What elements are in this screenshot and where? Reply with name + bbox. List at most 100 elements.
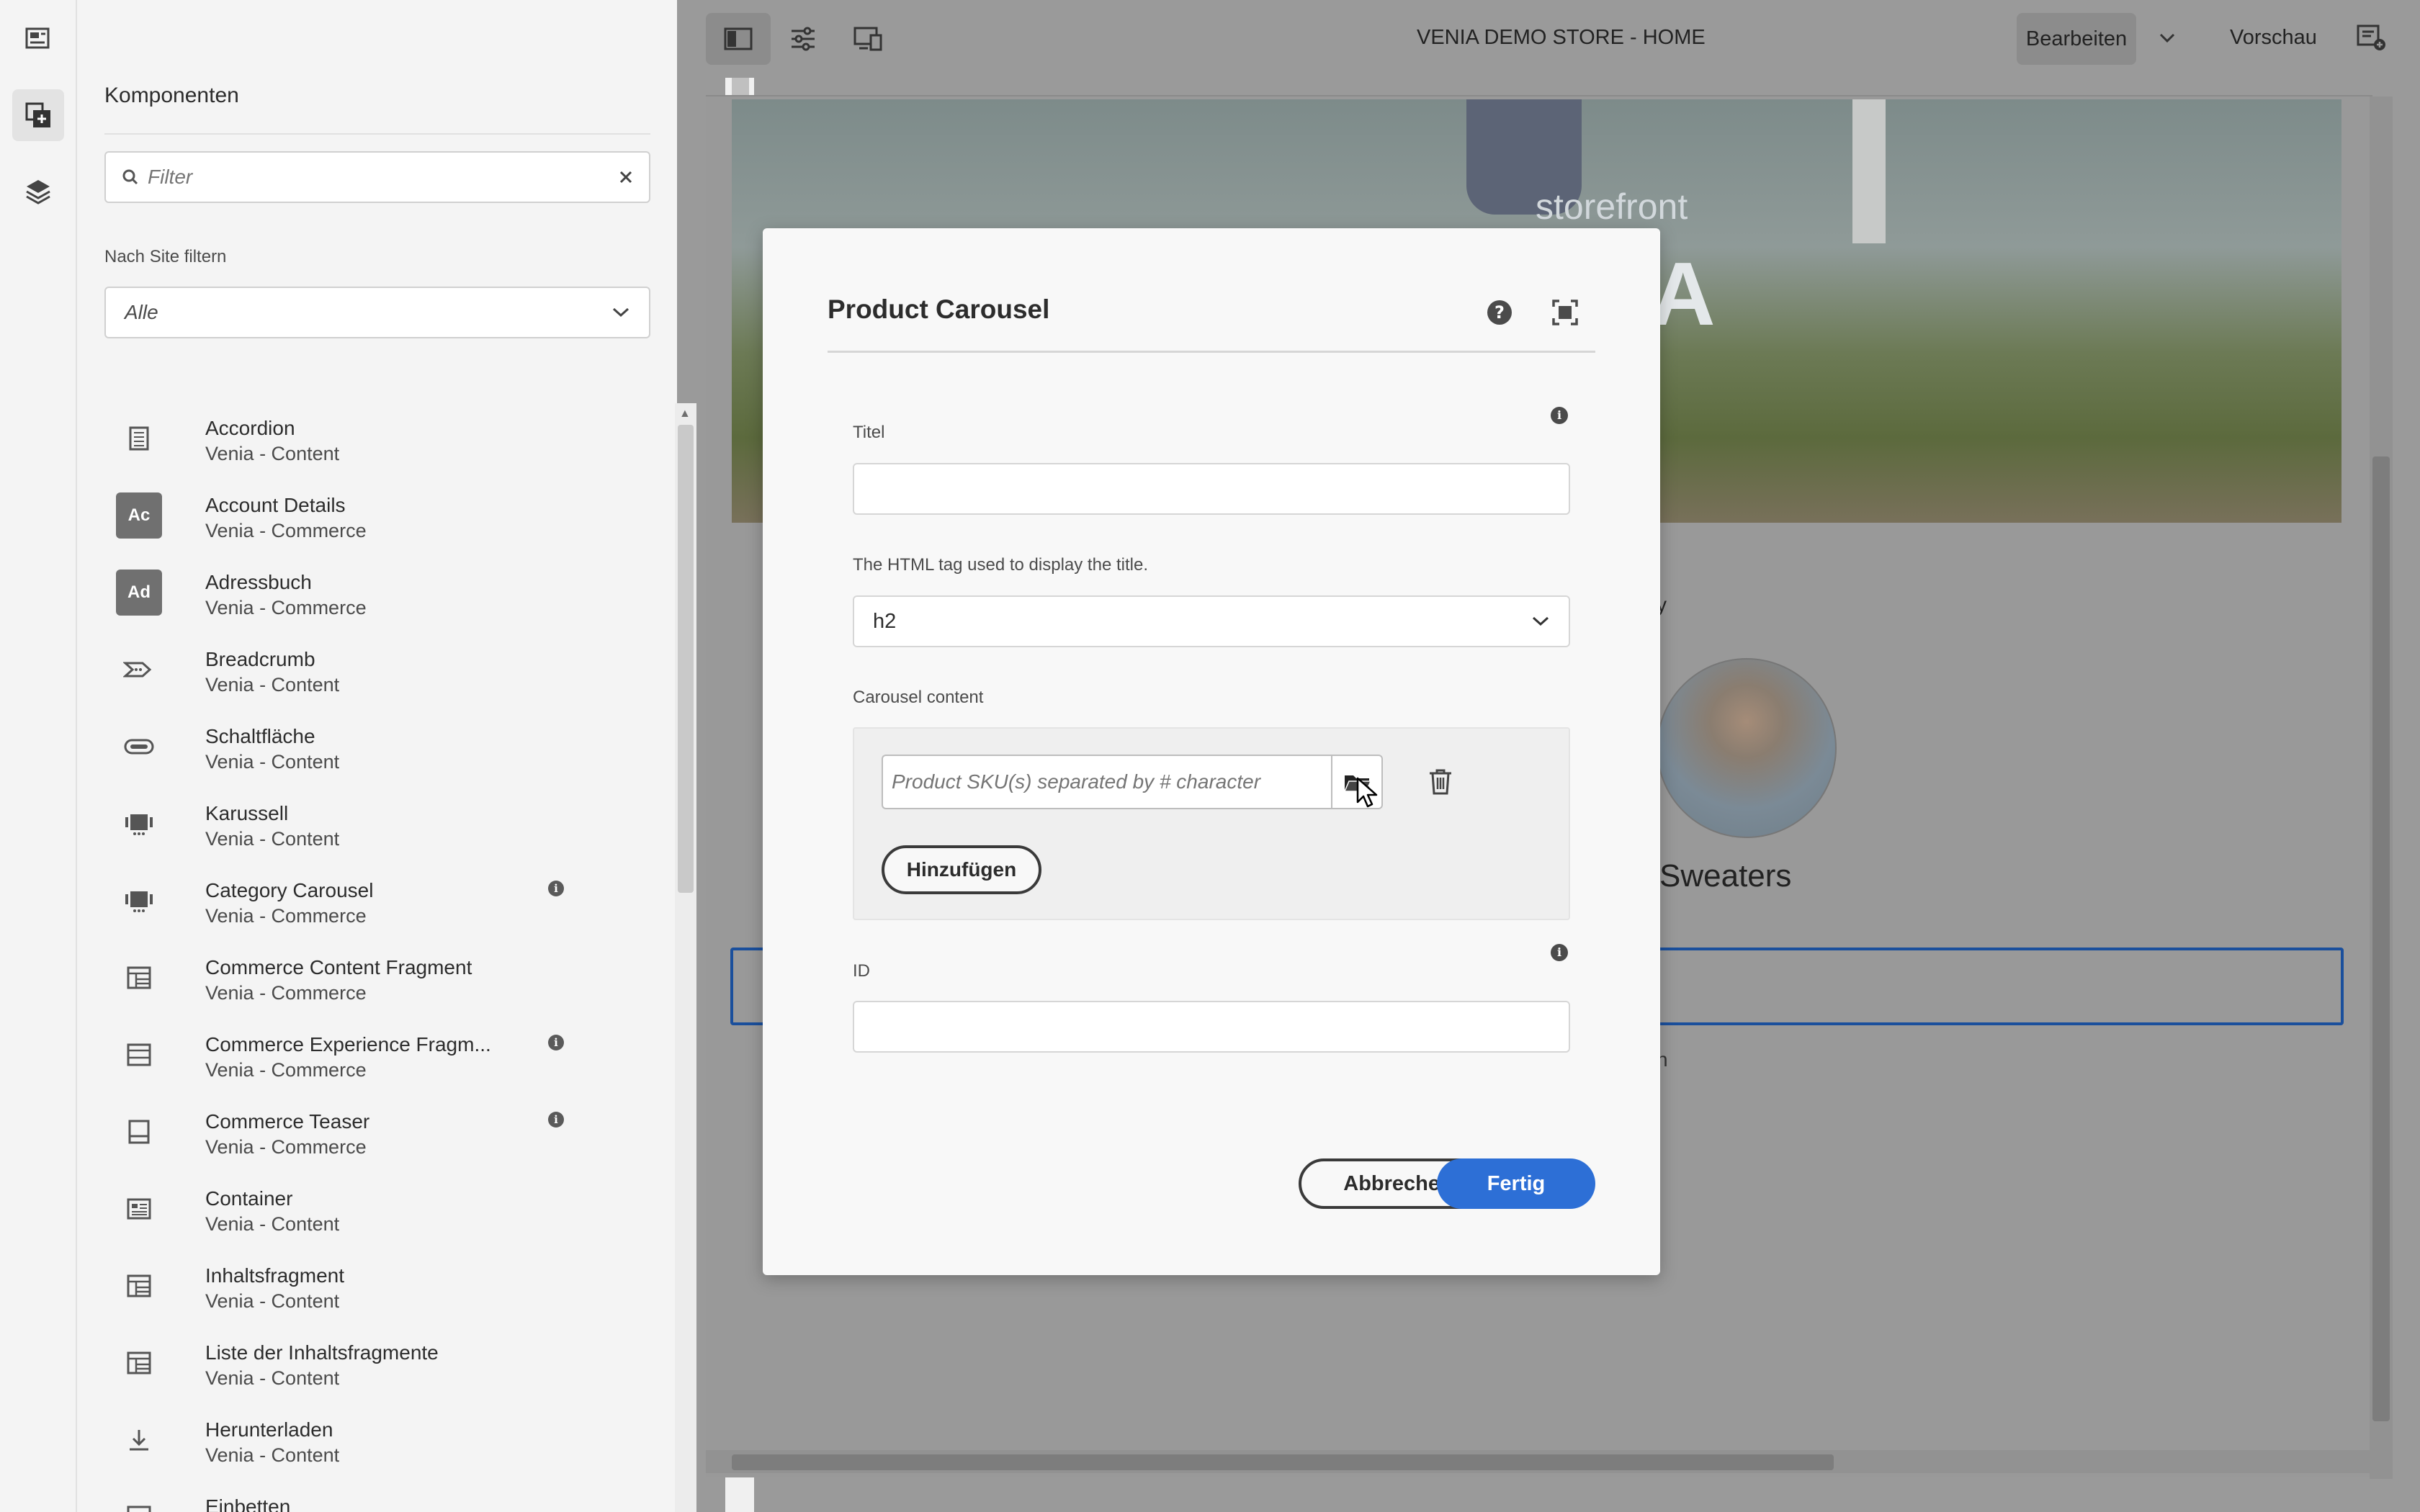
mode-dropdown[interactable] xyxy=(2158,26,2177,54)
list-item[interactable]: Breadcrumb Venia - Content xyxy=(104,631,594,708)
trash-icon xyxy=(1430,769,1451,795)
component-group: Venia - Commerce xyxy=(205,905,367,927)
category-label[interactable]: Sweaters xyxy=(1659,858,1791,894)
component-name: Liste der Inhaltsfragmente xyxy=(205,1341,439,1364)
component-group: Venia - Content xyxy=(205,828,340,850)
experience-fragment-icon xyxy=(116,1032,162,1078)
component-name: Adressbuch xyxy=(205,571,312,593)
html-tag-select[interactable]: h2 xyxy=(853,595,1570,647)
info-icon[interactable]: i xyxy=(1551,944,1568,961)
components-button[interactable] xyxy=(12,89,64,141)
list-item[interactable]: Ac Account Details Venia - Commerce xyxy=(104,477,594,554)
sku-input[interactable] xyxy=(892,770,1322,793)
title-field-label: Titel xyxy=(853,423,885,442)
category-image[interactable] xyxy=(1657,658,1837,838)
annotations-button[interactable] xyxy=(2355,22,2387,57)
list-scrollbar[interactable]: ▲ xyxy=(675,403,696,1512)
component-group: Venia - Content xyxy=(205,1290,340,1312)
component-name: Commerce Experience Fragm... xyxy=(205,1033,491,1056)
components-icon xyxy=(25,102,50,127)
component-group: Venia - Content xyxy=(205,674,340,696)
download-icon xyxy=(116,1417,162,1463)
list-item[interactable]: Liste der Inhaltsfragmente Venia - Conte… xyxy=(104,1324,594,1401)
component-list: Accordion Venia - Content Ac Account Det… xyxy=(104,400,594,1512)
help-button[interactable]: ? xyxy=(1485,298,1514,330)
mode-button[interactable]: Bearbeiten xyxy=(2017,13,2136,65)
info-icon[interactable]: i xyxy=(1551,407,1568,424)
info-icon[interactable]: i xyxy=(548,881,564,896)
toggle-side-panel-button[interactable] xyxy=(706,13,771,65)
list-item[interactable]: Karussell Venia - Content xyxy=(104,785,594,862)
canvas-vertical-scrollbar[interactable] xyxy=(2370,96,2393,1479)
fragment-icon xyxy=(116,1263,162,1309)
components-panel: Komponenten Nach Site filtern Alle Accor… xyxy=(77,0,754,1512)
chevron-down-icon xyxy=(1532,616,1549,626)
component-name: Schaltfläche xyxy=(205,725,315,747)
fullscreen-button[interactable] xyxy=(1551,298,1579,330)
carousel-icon xyxy=(116,878,162,924)
fullscreen-icon xyxy=(1552,300,1578,325)
layers-button[interactable] xyxy=(12,166,64,217)
component-group: Venia - Content xyxy=(205,1444,340,1466)
scroll-thumb[interactable] xyxy=(732,1454,1834,1470)
page-assets-button[interactable] xyxy=(12,13,64,65)
list-item[interactable]: Schaltfläche Venia - Content xyxy=(104,708,594,785)
id-input[interactable] xyxy=(853,1001,1570,1053)
list-item[interactable]: Commerce Content Fragment Venia - Commer… xyxy=(104,939,594,1016)
chevron-down-icon xyxy=(612,307,629,318)
svg-text:?: ? xyxy=(1494,302,1505,323)
component-name: Commerce Teaser xyxy=(205,1110,370,1133)
page-assets-icon xyxy=(25,27,50,49)
list-item[interactable]: Ad Adressbuch Venia - Commerce xyxy=(104,554,594,631)
list-item[interactable]: Container Venia - Content xyxy=(104,1170,594,1247)
component-name: Container xyxy=(205,1187,293,1210)
chevron-down-icon xyxy=(2159,33,2175,43)
product-carousel-dialog: Product Carousel ? Titel i The HTML tag … xyxy=(763,228,1660,1275)
component-name: Herunterladen xyxy=(205,1418,333,1441)
add-item-button[interactable]: Hinzufügen xyxy=(882,845,1041,894)
side-rail xyxy=(0,0,77,1512)
list-item[interactable]: Category Carousel Venia - Commerce i xyxy=(104,862,594,939)
info-icon[interactable]: i xyxy=(548,1035,564,1050)
panel-title: Komponenten xyxy=(104,84,239,107)
site-filter-select[interactable]: Alle xyxy=(104,287,650,338)
teaser-icon xyxy=(116,1109,162,1155)
scroll-thumb[interactable] xyxy=(2372,456,2390,1421)
component-name: Category Carousel xyxy=(205,879,374,901)
annotate-icon xyxy=(2357,24,2385,50)
scroll-thumb[interactable] xyxy=(678,425,694,893)
accordion-icon xyxy=(116,415,162,462)
clear-icon[interactable] xyxy=(619,170,633,184)
component-badge: Ac xyxy=(116,492,162,539)
fragment-list-icon xyxy=(116,1340,162,1386)
sku-field[interactable] xyxy=(882,755,1331,809)
button-icon xyxy=(116,724,162,770)
component-group: Venia - Content xyxy=(205,751,340,773)
list-item[interactable]: Herunterladen Venia - Content xyxy=(104,1401,594,1478)
preview-button[interactable]: Vorschau xyxy=(2230,26,2317,50)
container-icon xyxy=(116,1186,162,1232)
page-properties-button[interactable] xyxy=(771,13,835,65)
remove-item-button[interactable] xyxy=(1423,765,1458,799)
divider xyxy=(828,351,1595,353)
scroll-up-icon[interactable]: ▲ xyxy=(679,408,691,420)
search-input[interactable] xyxy=(148,166,619,189)
list-item[interactable]: Accordion Venia - Content xyxy=(104,400,594,477)
title-input[interactable] xyxy=(853,463,1570,515)
fragment-icon xyxy=(116,955,162,1001)
side-panel-icon xyxy=(724,27,753,50)
canvas-horizontal-scrollbar[interactable] xyxy=(706,1450,2370,1473)
list-item[interactable]: Einbetten xyxy=(104,1478,594,1512)
component-name: Inhaltsfragment xyxy=(205,1264,344,1287)
component-search[interactable] xyxy=(104,151,650,203)
emulator-button[interactable] xyxy=(835,13,900,65)
info-icon[interactable]: i xyxy=(548,1112,564,1128)
component-badge: Ad xyxy=(116,570,162,616)
done-button[interactable]: Fertig xyxy=(1437,1158,1595,1209)
site-filter-label: Nach Site filtern xyxy=(104,247,227,266)
list-item[interactable]: Commerce Experience Fragm... Venia - Com… xyxy=(104,1016,594,1093)
list-item[interactable]: Inhaltsfragment Venia - Content xyxy=(104,1247,594,1324)
list-item[interactable]: Commerce Teaser Venia - Commerce i xyxy=(104,1093,594,1170)
html-tag-value: h2 xyxy=(873,609,897,633)
component-group: Venia - Commerce xyxy=(205,982,367,1004)
